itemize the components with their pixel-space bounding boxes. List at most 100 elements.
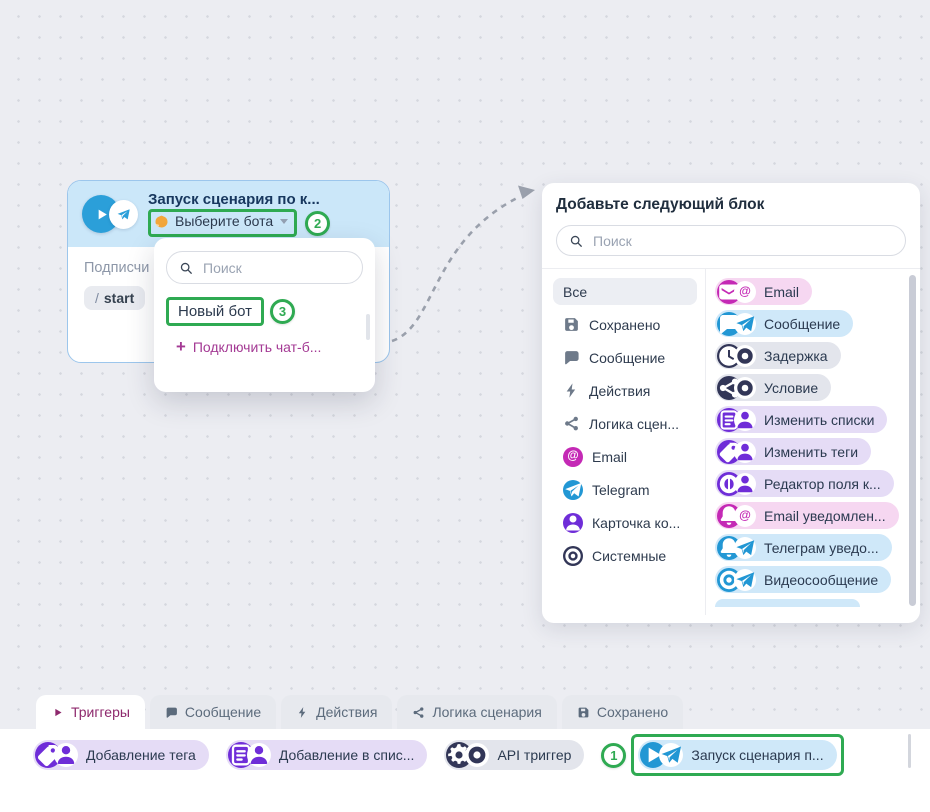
tray-scrollbar[interactable] [908, 734, 911, 768]
bottom-tab-bar: Триггеры Сообщение Действия Логика сцена… [36, 695, 684, 729]
panel-title: Добавьте следующий блок [556, 196, 765, 213]
category-item[interactable]: Карточка ко... [553, 509, 697, 536]
save-icon [577, 706, 590, 719]
block-chip[interactable]: Телеграм уведо... [715, 534, 892, 561]
chat-bubble-icon [563, 349, 580, 366]
block-chip[interactable]: @ Email уведомлен... [715, 502, 899, 529]
chevron-down-icon [280, 218, 289, 224]
at-icon: @ [734, 504, 756, 527]
step-highlight-box: Выберите бота [148, 209, 298, 237]
ring-icon [734, 376, 756, 399]
tab[interactable]: Сохранено [561, 695, 684, 729]
telegram-icon [109, 199, 138, 229]
play-icon [51, 706, 64, 719]
tray-chip-group: Добавление тега [33, 740, 209, 770]
bot-select-label: Выберите бота [175, 213, 274, 230]
category-item[interactable]: Все [553, 278, 697, 305]
connect-chatbot-link[interactable]: + Подключить чат-б... [176, 337, 363, 356]
add-block-panel: Добавьте следующий блок Все Сохранено Со… [542, 183, 920, 623]
panel-search-input[interactable] [591, 231, 893, 250]
category-item[interactable]: @ Email [553, 443, 697, 470]
tray-chip[interactable]: API триггер [444, 740, 585, 770]
dropdown-search-input[interactable] [201, 258, 350, 277]
person-icon [54, 743, 78, 767]
category-item[interactable]: Сообщение [553, 344, 697, 371]
bot-select-dropdown[interactable]: Выберите бота [151, 212, 294, 230]
partially-visible-chip [715, 599, 860, 607]
block-chip[interactable]: Задержка [715, 342, 841, 369]
block-chip[interactable]: Видеосообщение [715, 566, 892, 593]
search-icon [569, 234, 583, 248]
tab[interactable]: Сообщение [149, 695, 277, 729]
tray-chip[interactable]: Добавление тега [33, 740, 209, 770]
person-icon [246, 743, 271, 767]
dropdown-search[interactable] [166, 251, 363, 284]
telegram-icon [563, 479, 583, 500]
category-item[interactable]: Сохранено [553, 311, 697, 338]
panel-header: Добавьте следующий блок [542, 183, 920, 269]
block-chip[interactable]: Редактор поля к... [715, 470, 894, 497]
bot-select-popup: Новый бот 3 + Подключить чат-б... [154, 238, 375, 392]
command-text: start [103, 290, 135, 306]
share-icon [412, 706, 425, 719]
dropdown-scrollbar[interactable] [366, 314, 370, 340]
node-icons [82, 195, 138, 233]
tab[interactable]: Действия [281, 695, 393, 729]
block-chip[interactable]: Изменить теги [715, 438, 872, 465]
block-category-list: Все Сохранено Сообщение Действия Логика … [542, 269, 706, 615]
person-icon [563, 512, 583, 533]
telegram-icon [659, 743, 684, 767]
person-icon [734, 408, 756, 431]
tray-chip[interactable]: Добавление в спис... [225, 740, 428, 770]
tray-chip[interactable]: Запуск сценария п... [638, 740, 837, 770]
trigger-tray: Добавление тега Добавление в спис... API… [0, 729, 930, 812]
step-highlight-box: Добавление в спис... [225, 740, 428, 770]
bot-avatar-icon [154, 214, 169, 229]
target-icon [563, 545, 583, 566]
category-item[interactable]: Логика сцен... [553, 410, 697, 437]
block-chip[interactable]: Условие [715, 374, 832, 401]
ring-icon [734, 344, 756, 367]
step-badge: 1 [601, 742, 627, 768]
connect-chatbot-label: Подключить чат-б... [192, 339, 322, 356]
tray-chip-group: 1 Запуск сценария п... [601, 734, 844, 776]
dropdown-item-new-bot[interactable]: Новый бот [169, 300, 261, 323]
telegram-icon [734, 312, 756, 335]
flow-builder-canvas: { "colors": { "green_highlight": "#2faa5… [0, 0, 930, 812]
step-highlight-box: Запуск сценария п... [631, 734, 844, 776]
lightning-icon [563, 382, 580, 399]
panel-scrollbar[interactable] [909, 275, 916, 606]
telegram-icon [734, 536, 756, 559]
node-title: Запуск сценария по к... [148, 191, 320, 209]
tray-chip-group: Добавление в спис... [225, 740, 428, 770]
command-slash: / [95, 290, 99, 306]
block-chip[interactable]: Сообщение [715, 310, 854, 337]
ring-icon [465, 743, 490, 767]
search-icon [179, 261, 193, 275]
at-icon: @ [563, 446, 583, 467]
panel-search[interactable] [556, 225, 906, 256]
plus-icon: + [176, 337, 186, 356]
step-badge: 3 [269, 299, 295, 324]
step-highlight-box: API триггер [444, 740, 585, 770]
block-chip[interactable]: Изменить списки [715, 406, 888, 433]
command-chip: / start [84, 286, 146, 310]
person-icon [734, 472, 756, 495]
category-item[interactable]: Действия [553, 377, 697, 404]
category-item[interactable]: Системные [553, 542, 697, 569]
telegram-icon [734, 568, 756, 591]
person-icon [734, 440, 756, 463]
chat-bubble-icon [165, 706, 178, 719]
step-highlight-box: Добавление тега [33, 740, 209, 770]
tray-chip-group: API триггер [444, 740, 585, 770]
tab[interactable]: Логика сценария [397, 695, 557, 729]
category-item[interactable]: Telegram [553, 476, 697, 503]
step-highlight-box: Новый бот [166, 297, 264, 326]
block-chip[interactable]: @ Email [715, 278, 813, 305]
tab[interactable]: Триггеры [36, 695, 145, 729]
lightning-icon [296, 706, 309, 719]
at-icon: @ [734, 280, 756, 303]
save-icon [563, 316, 580, 333]
step-badge: 2 [305, 210, 331, 236]
block-chip-list: @ Email Сообщение Задержка Условие Измен… [706, 269, 920, 615]
